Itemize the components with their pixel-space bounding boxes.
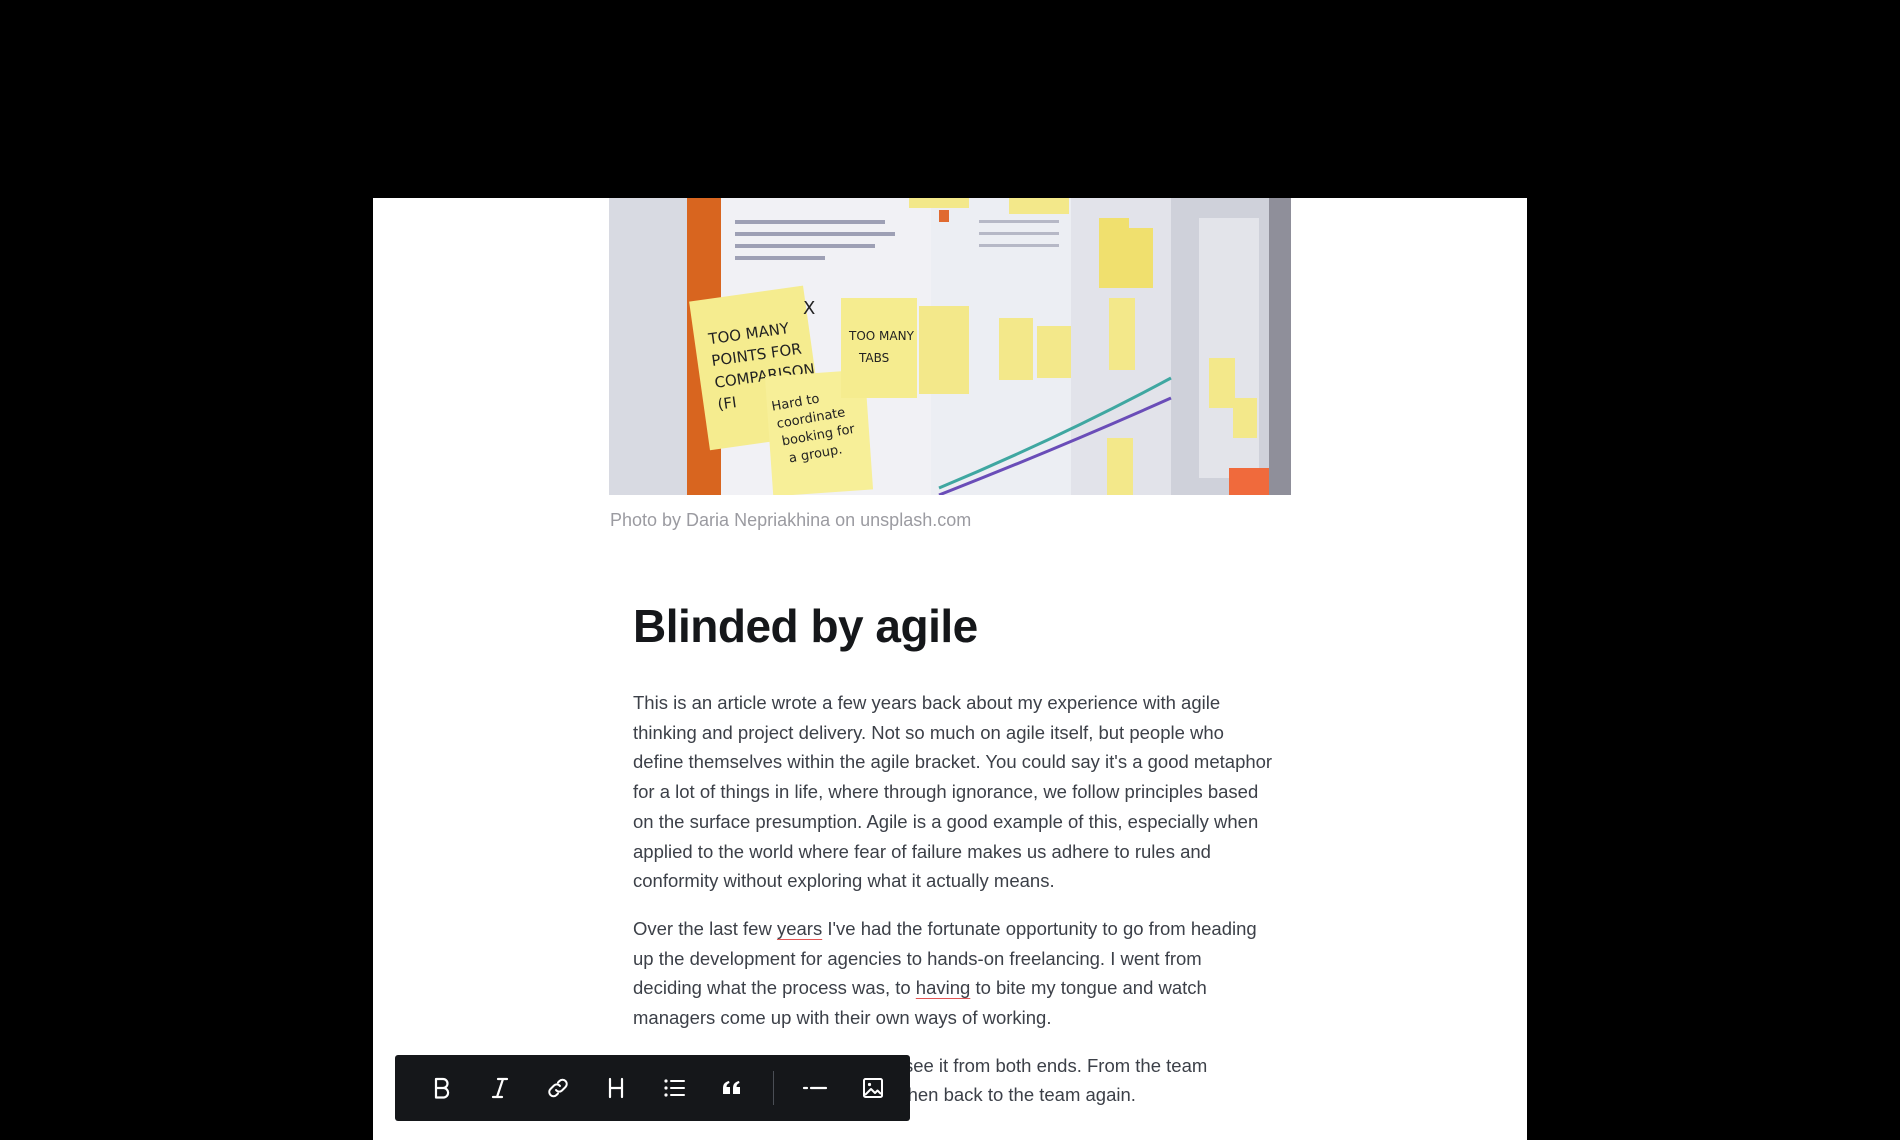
misspelled-word-years[interactable]: years (777, 918, 822, 939)
italic-button[interactable] (471, 1055, 529, 1121)
italic-icon (491, 1077, 509, 1099)
misspelled-word-having[interactable]: having (916, 977, 971, 998)
image-button[interactable] (844, 1055, 902, 1121)
heading-icon (608, 1077, 624, 1099)
heading-button[interactable] (587, 1055, 645, 1121)
horizontal-rule-icon (802, 1086, 828, 1090)
divider-button[interactable] (786, 1055, 844, 1121)
toolbar-separator (773, 1071, 774, 1105)
caption-prefix: Photo by Daria Nepriakhina on (610, 510, 861, 530)
list-button[interactable] (645, 1055, 703, 1121)
image-icon (863, 1078, 883, 1098)
link-icon (548, 1078, 568, 1098)
formatting-toolbar (395, 1055, 910, 1121)
quote-icon (723, 1081, 740, 1094)
caption-source-link[interactable]: unsplash.com (860, 510, 971, 530)
bold-button[interactable] (413, 1055, 471, 1121)
svg-text:X: X (803, 298, 815, 319)
article-title[interactable]: Blinded by agile (633, 598, 1273, 654)
bullet-list-icon (664, 1079, 685, 1097)
link-button[interactable] (529, 1055, 587, 1121)
photo-caption: Photo by Daria Nepriakhina on unsplash.c… (610, 510, 971, 531)
hero-photo-illustration: understand (609, 198, 1291, 495)
paragraph-2[interactable]: Over the last few years I've had the for… (633, 914, 1273, 1033)
bold-icon (434, 1077, 450, 1099)
hero-photo[interactable]: understand (609, 198, 1291, 495)
quote-button[interactable] (703, 1055, 761, 1121)
article-body[interactable]: Blinded by agile This is an article wrot… (633, 598, 1273, 1128)
paragraph-2-text-a: Over the last few (633, 917, 777, 939)
editor-sheet: understand (373, 198, 1527, 1140)
paragraph-1[interactable]: This is an article wrote a few years bac… (633, 688, 1273, 896)
